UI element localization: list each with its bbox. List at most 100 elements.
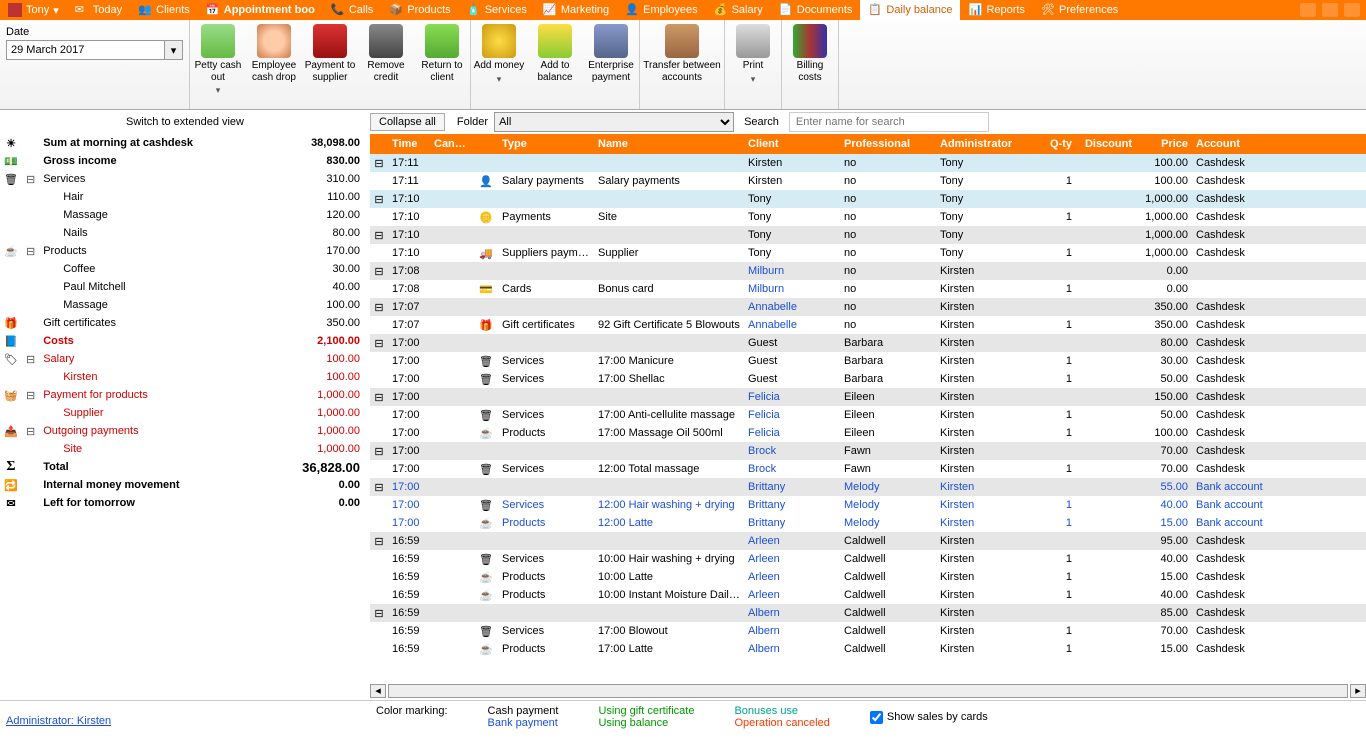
menu-documents[interactable]: 📄Documents <box>771 0 861 20</box>
table-row[interactable]: 16:59🗑Services10:00 Hair washing + dryin… <box>370 550 1366 568</box>
show-sales-checkbox-input[interactable] <box>870 711 883 724</box>
add-to-balance-button[interactable]: Add to balance <box>527 20 583 109</box>
switch-extended-view-link[interactable]: Switch to extended view <box>0 116 370 128</box>
table-row[interactable]: ⊟17:07AnnabellenoKirsten350.00Cashdesk <box>370 298 1366 316</box>
expand-toggle[interactable]: ⊟ <box>370 193 388 206</box>
menu-salary[interactable]: 💰Salary <box>706 0 771 20</box>
enterprise-payment-button[interactable]: Enterprise payment <box>583 20 639 109</box>
expand-toggle[interactable]: ⊟ <box>370 535 388 548</box>
col-price[interactable]: Price <box>1136 138 1192 150</box>
tree-collapse[interactable]: ⊟ <box>22 170 39 188</box>
administrator-link[interactable]: Administrator: Kirsten <box>6 715 376 727</box>
menu-user[interactable]: Tony ▾ <box>0 0 67 20</box>
table-row[interactable]: 16:59☕Products17:00 LatteAlbernCaldwellK… <box>370 640 1366 658</box>
employee-cash-drop-button[interactable]: Employee cash drop <box>246 20 302 109</box>
table-row[interactable]: ⊟17:10TonynoTony1,000.00Cashdesk <box>370 226 1366 244</box>
table-row[interactable]: ⊟17:00BrittanyMelodyKirsten55.00Bank acc… <box>370 478 1366 496</box>
table-row[interactable]: 16:59☕Products10:00 Instant Moisture Dai… <box>370 586 1366 604</box>
table-row[interactable]: 17:07🎁Gift certificates92 Gift Certifica… <box>370 316 1366 334</box>
table-row[interactable]: ⊟16:59ArleenCaldwellKirsten95.00Cashdesk <box>370 532 1366 550</box>
menu-clients[interactable]: 👥Clients <box>130 0 198 20</box>
table-row[interactable]: ⊟17:00GuestBarbaraKirsten80.00Cashdesk <box>370 334 1366 352</box>
return-to-client-button[interactable]: Return to client <box>414 20 470 109</box>
table-row[interactable]: ⊟17:11KirstennoTony100.00Cashdesk <box>370 154 1366 172</box>
expand-toggle[interactable]: ⊟ <box>370 157 388 170</box>
transfer-accounts-button[interactable]: Transfer between accounts <box>640 20 724 109</box>
minimize-button[interactable] <box>1300 3 1316 17</box>
envelope-open-icon: ✉ <box>6 498 15 510</box>
date-dropdown-button[interactable]: ▾ <box>165 40 183 60</box>
folder-select[interactable]: All <box>494 112 734 132</box>
col-admin[interactable]: Administrator <box>936 138 1032 150</box>
scroll-left-button[interactable]: ◂ <box>370 684 386 698</box>
table-row[interactable]: 16:59🗑Services17:00 BlowoutAlbernCaldwel… <box>370 622 1366 640</box>
expand-toggle[interactable]: ⊟ <box>370 337 388 350</box>
table-row[interactable]: 16:59☕Products10:00 LatteArleenCaldwellK… <box>370 568 1366 586</box>
table-row[interactable]: 17:00🗑Services12:00 Hair washing + dryin… <box>370 496 1366 514</box>
table-row[interactable]: ⊟17:00BrockFawnKirsten70.00Cashdesk <box>370 442 1366 460</box>
table-row[interactable]: 17:00☕Products12:00 LatteBrittanyMelodyK… <box>370 514 1366 532</box>
table-row[interactable]: 17:08💳CardsBonus cardMilburnnoKirsten10.… <box>370 280 1366 298</box>
collapse-all-button[interactable]: Collapse all <box>370 113 445 131</box>
expand-toggle[interactable]: ⊟ <box>370 301 388 314</box>
table-row[interactable]: 17:10🪙PaymentsSiteTonynoTony11,000.00Cas… <box>370 208 1366 226</box>
tree-collapse[interactable]: ⊟ <box>22 422 39 440</box>
horizontal-scrollbar[interactable]: ◂ ▸ <box>370 682 1366 700</box>
table-row[interactable]: 17:00🗑Services17:00 ShellacGuestBarbaraK… <box>370 370 1366 388</box>
menu-calls[interactable]: 📞Calls <box>323 0 381 20</box>
petty-cash-out-button[interactable]: Petty cash out▾ <box>190 20 246 109</box>
table-row[interactable]: ⊟17:08MilburnnoKirsten0.00 <box>370 262 1366 280</box>
menu-employees[interactable]: 👤Employees <box>617 0 705 20</box>
tree-collapse[interactable]: ⊟ <box>22 350 39 368</box>
add-money-button[interactable]: Add money▾ <box>471 20 527 109</box>
menu-reports[interactable]: 📊Reports <box>960 0 1033 20</box>
menu-products[interactable]: 📦Products <box>381 0 458 20</box>
table-row[interactable]: 17:00🗑Services12:00 Total massageBrockFa… <box>370 460 1366 478</box>
menu-preferences[interactable]: 🛠Preferences <box>1033 0 1126 20</box>
expand-toggle[interactable]: ⊟ <box>370 391 388 404</box>
prod-massage-value: 100.00 <box>267 296 371 314</box>
expand-toggle[interactable]: ⊟ <box>370 229 388 242</box>
col-acct[interactable]: Account <box>1192 138 1288 150</box>
expand-toggle[interactable]: ⊟ <box>370 481 388 494</box>
menu-appointment[interactable]: 📅Appointment boo <box>198 0 323 20</box>
table-row[interactable]: 17:00🗑Services17:00 Anti-cellulite massa… <box>370 406 1366 424</box>
expand-toggle[interactable]: ⊟ <box>370 265 388 278</box>
menu-services[interactable]: 🧴Services <box>459 0 535 20</box>
table-row[interactable]: 17:00☕Products17:00 Massage Oil 500mlFel… <box>370 424 1366 442</box>
col-cancel[interactable]: Cancel <box>430 138 474 150</box>
col-name[interactable]: Name <box>594 138 744 150</box>
billing-costs-button[interactable]: Billing costs <box>782 20 838 109</box>
search-input[interactable] <box>789 112 989 132</box>
close-button[interactable] <box>1344 3 1360 17</box>
grid-body[interactable]: ⊟17:11KirstennoTony100.00Cashdesk17:11👤S… <box>370 154 1366 682</box>
table-row[interactable]: 17:11👤Salary paymentsSalary paymentsKirs… <box>370 172 1366 190</box>
menu-today[interactable]: ✉Today <box>67 0 130 20</box>
col-time[interactable]: Time <box>388 138 430 150</box>
col-prof[interactable]: Professional <box>840 138 936 150</box>
menu-daily-balance[interactable]: 📋Daily balance <box>860 0 960 20</box>
table-row[interactable]: ⊟16:59AlbernCaldwellKirsten85.00Cashdesk <box>370 604 1366 622</box>
scroll-track[interactable] <box>388 684 1348 698</box>
col-client[interactable]: Client <box>744 138 840 150</box>
expand-toggle[interactable]: ⊟ <box>370 607 388 620</box>
show-sales-by-cards-checkbox[interactable]: Show sales by cards <box>870 705 988 729</box>
scroll-right-button[interactable]: ▸ <box>1350 684 1366 698</box>
tree-collapse[interactable]: ⊟ <box>22 242 39 260</box>
col-qty[interactable]: Q-ty <box>1032 138 1076 150</box>
col-disc[interactable]: Discount <box>1076 138 1136 150</box>
tree-collapse[interactable]: ⊟ <box>22 386 39 404</box>
maximize-button[interactable] <box>1322 3 1338 17</box>
table-row[interactable]: 17:00🗑Services17:00 ManicureGuestBarbara… <box>370 352 1366 370</box>
table-row[interactable]: 17:10🚚Suppliers paymentsSupplierTonynoTo… <box>370 244 1366 262</box>
menu-marketing[interactable]: 📈Marketing <box>535 0 617 20</box>
date-input[interactable] <box>6 40 165 60</box>
remove-credit-button[interactable]: Remove credit <box>358 20 414 109</box>
table-row[interactable]: ⊟17:00FeliciaEileenKirsten150.00Cashdesk <box>370 388 1366 406</box>
cell-price: 0.00 <box>1136 283 1192 295</box>
table-row[interactable]: ⊟17:10TonynoTony1,000.00Cashdesk <box>370 190 1366 208</box>
print-button[interactable]: Print▾ <box>725 20 781 109</box>
payment-to-supplier-button[interactable]: Payment to supplier <box>302 20 358 109</box>
col-type[interactable]: Type <box>498 138 594 150</box>
expand-toggle[interactable]: ⊟ <box>370 445 388 458</box>
